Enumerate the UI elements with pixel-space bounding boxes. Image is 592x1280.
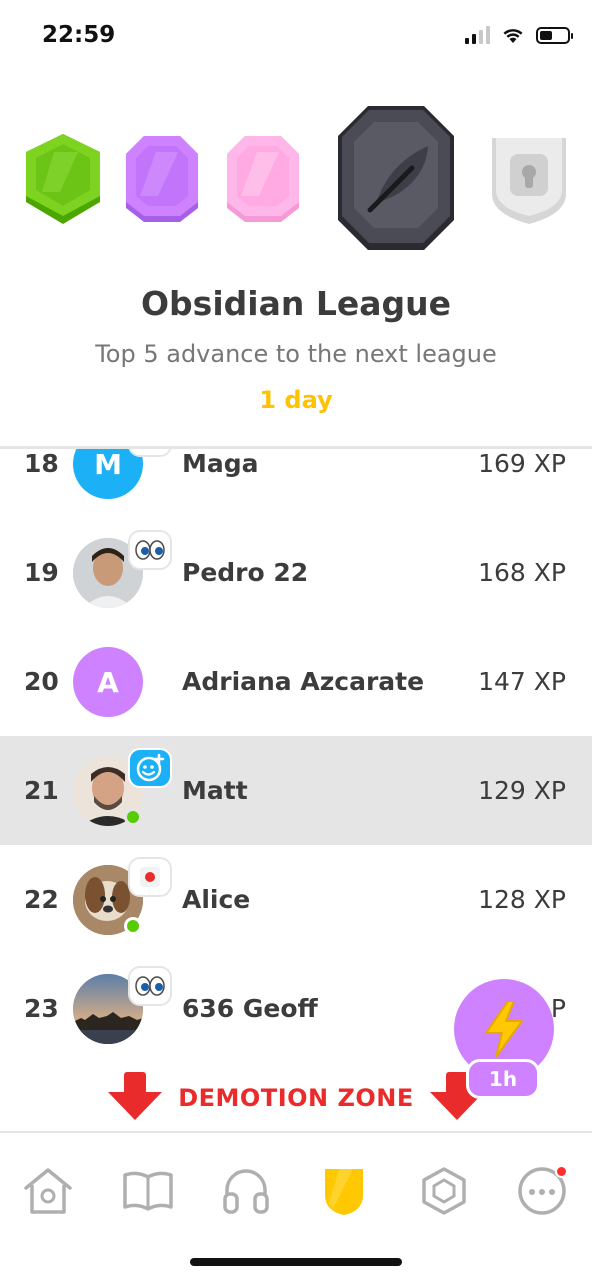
reaction-bubble[interactable] (128, 748, 172, 788)
league-title: Obsidian League (141, 284, 451, 323)
player-name: Adriana Azcarate (182, 667, 425, 696)
league-badges (0, 102, 592, 262)
book-icon (123, 1171, 173, 1211)
xp-value: 128 XP (478, 885, 566, 914)
tab-stories[interactable] (120, 1163, 176, 1219)
rank: 21 (24, 776, 59, 805)
boost-timer: 1h (466, 1059, 540, 1099)
battery-icon (536, 26, 573, 44)
reaction-bubble[interactable] (128, 966, 172, 1006)
eyes-icon (135, 976, 165, 996)
player-name: Maga (182, 449, 259, 478)
league-time-left: 1 day (259, 386, 333, 414)
rank: 20 (24, 667, 59, 696)
status-icons (465, 26, 573, 44)
rank: 19 (24, 558, 59, 587)
xp-value: 168 XP (478, 558, 566, 587)
status-bar: 22:59 (0, 0, 592, 72)
xp-value: 147 XP (478, 667, 566, 696)
reaction-bubble[interactable] (128, 857, 172, 897)
home-indicator (190, 1258, 402, 1266)
online-status-dot (124, 917, 142, 935)
leaderboard-row[interactable]: 20 A Adriana Azcarate 147 XP (0, 627, 592, 736)
amethyst-league-badge-icon (124, 134, 200, 224)
leaderboard-row[interactable]: 18 M Maga 169 XP (0, 449, 592, 518)
signal-icon (465, 26, 490, 44)
player-name: Pedro 22 (182, 558, 309, 587)
leaderboard-rows: 18 M Maga 169 XP 19 Pedro 22 168 XP 20 A… (0, 449, 592, 1063)
obsidian-league-badge-icon (336, 104, 456, 252)
reaction-bubble[interactable] (128, 449, 172, 457)
reaction-bubble[interactable] (128, 530, 172, 570)
tab-home[interactable] (20, 1163, 76, 1219)
avatar[interactable]: A (73, 647, 143, 717)
leaderboard-row-current-user[interactable]: 21 Matt 129 XP (0, 736, 592, 845)
xp-value: 169 XP (478, 449, 566, 478)
headphones-icon (223, 1169, 269, 1214)
pearl-league-badge-icon (225, 134, 301, 224)
rank: 22 (24, 885, 59, 914)
online-status-dot (124, 808, 142, 826)
status-time: 22:59 (42, 22, 116, 48)
lightning-icon (485, 1001, 523, 1057)
record-icon (140, 867, 160, 887)
emerald-league-badge-icon (24, 132, 102, 226)
tab-gems[interactable] (416, 1163, 472, 1219)
home-icon (24, 1168, 72, 1214)
avatar[interactable]: M (73, 449, 143, 499)
leaderboard-row[interactable]: 19 Pedro 22 168 XP (0, 518, 592, 627)
rank: 18 (24, 449, 59, 478)
wifi-icon (503, 28, 523, 43)
tab-more[interactable] (514, 1163, 570, 1219)
eyes-icon (135, 540, 165, 560)
gem-icon (422, 1167, 466, 1215)
leaderboard-row[interactable]: 22 Alice 128 XP (0, 845, 592, 954)
locked-league-badge-icon (486, 134, 572, 226)
tab-podcasts[interactable] (218, 1163, 274, 1219)
league-subtitle: Top 5 advance to the next league (95, 340, 497, 368)
player-name: Matt (182, 776, 248, 805)
player-name: Alice (182, 885, 251, 914)
xp-value: 129 XP (478, 776, 566, 805)
rank: 23 (24, 994, 59, 1023)
notification-dot (555, 1165, 568, 1178)
league-header: Obsidian League Top 5 advance to the nex… (0, 72, 592, 448)
add-reaction-icon (136, 753, 165, 782)
player-name: 636 Geoff (182, 994, 318, 1023)
shield-icon (325, 1169, 363, 1215)
tab-leagues[interactable] (316, 1163, 372, 1219)
